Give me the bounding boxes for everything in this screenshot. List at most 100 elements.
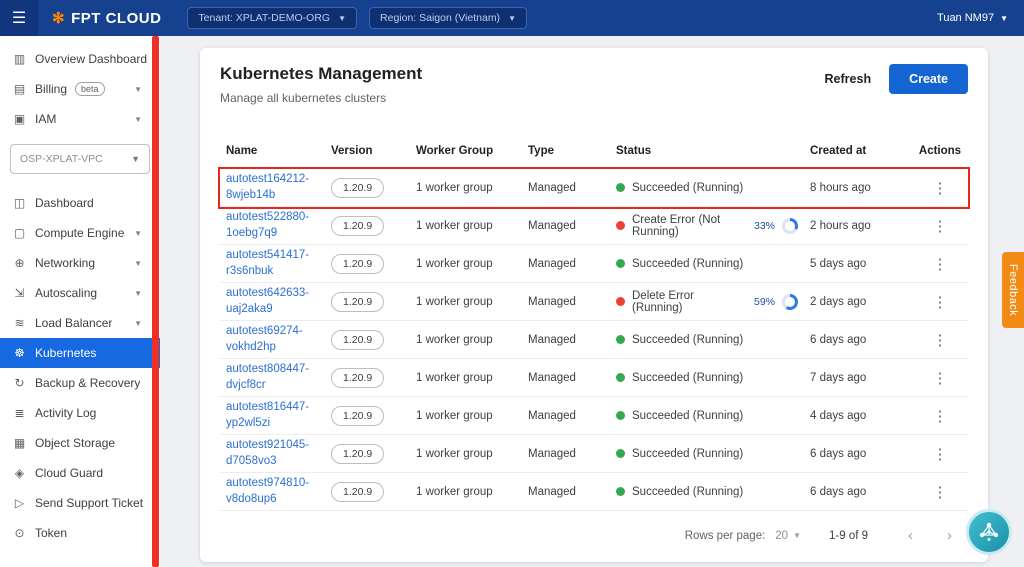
beta-badge: beta bbox=[75, 82, 105, 96]
more-vert-icon[interactable]: ⋮ bbox=[927, 445, 954, 463]
version-chip: 1.20.9 bbox=[331, 444, 384, 464]
worker-group-cell: 1 worker group bbox=[410, 220, 522, 232]
rows-per-page-label: Rows per page: bbox=[685, 530, 766, 542]
status-dot-icon bbox=[616, 335, 625, 344]
cluster-name-link[interactable]: autotest541417-r3s6nbuk bbox=[226, 248, 319, 279]
worker-group-cell: 1 worker group bbox=[410, 182, 522, 194]
sidebar-item-networking[interactable]: ⊕Networking▼ bbox=[0, 248, 160, 278]
refresh-button[interactable]: Refresh bbox=[823, 66, 874, 92]
version-chip: 1.20.9 bbox=[331, 482, 384, 502]
sidebar-item-kubernetes[interactable]: ☸Kubernetes bbox=[0, 338, 160, 368]
version-chip: 1.20.9 bbox=[331, 254, 384, 274]
table-row: autotest522880-1oebg7q9 1.20.91 worker gr… bbox=[220, 207, 968, 245]
status-cell: Succeeded (Running) bbox=[610, 372, 804, 384]
table-row: autotest808447-dvjcf8cr1.20.91 worker gr… bbox=[220, 359, 968, 397]
previous-page-icon[interactable]: ‹ bbox=[896, 527, 925, 544]
iam-icon: ▣ bbox=[12, 112, 27, 126]
sidebar-item-billing[interactable]: ▤Billingbeta▼ bbox=[0, 74, 160, 104]
sidebar-item-iam[interactable]: ▣IAM▼ bbox=[0, 104, 160, 134]
sidebar-item-cloud-guard[interactable]: ◈Cloud Guard bbox=[0, 458, 160, 488]
sidebar-item-token[interactable]: ⊙Token bbox=[0, 518, 160, 548]
sidebar-item-object-storage[interactable]: ▦Object Storage bbox=[0, 428, 160, 458]
chevron-down-icon: ▼ bbox=[134, 85, 148, 94]
next-page-icon[interactable]: › bbox=[935, 527, 964, 544]
version-chip: 1.20.9 bbox=[331, 368, 384, 388]
status-dot-icon bbox=[616, 259, 625, 268]
cluster-name-link[interactable]: autotest164212-8wjeb14b bbox=[226, 172, 319, 203]
cluster-name-link[interactable]: autotest69274-vokhd2hp bbox=[226, 324, 319, 355]
status-cell: Succeeded (Running) bbox=[610, 486, 804, 498]
activity-log-icon: ≣ bbox=[12, 406, 27, 420]
worker-group-cell: 1 worker group bbox=[410, 486, 522, 498]
status-dot-icon bbox=[616, 411, 625, 420]
table-row: autotest541417-r3s6nbuk1.20.91 worker gr… bbox=[220, 245, 968, 283]
cluster-name-link[interactable]: autotest642633-uaj2aka9 bbox=[226, 286, 319, 317]
chevron-down-icon: ▼ bbox=[134, 229, 148, 238]
actions-cell: ⋮ bbox=[912, 483, 968, 501]
cluster-name-link[interactable]: autotest808447-dvjcf8cr bbox=[226, 362, 319, 393]
vpc-select[interactable]: OSP-XPLAT-VPC ▼ bbox=[10, 144, 150, 174]
actions-cell: ⋮ bbox=[912, 179, 968, 197]
more-vert-icon[interactable]: ⋮ bbox=[927, 369, 954, 387]
actions-cell: ⋮ bbox=[912, 331, 968, 349]
feedback-tab[interactable]: Feedback bbox=[1002, 252, 1024, 328]
sidebar-item-backup-recovery[interactable]: ↻Backup & Recovery bbox=[0, 368, 160, 398]
sidebar-item-activity-log[interactable]: ≣Activity Log bbox=[0, 398, 160, 428]
chevron-down-icon: ▼ bbox=[134, 289, 148, 298]
status-text: Succeeded (Running) bbox=[632, 486, 743, 498]
brand-name: FPT CLOUD bbox=[71, 10, 161, 27]
table-header-row: NameVersionWorker GroupTypeStatusCreated… bbox=[220, 133, 968, 169]
type-cell: Managed bbox=[522, 448, 610, 460]
kubernetes-card: Kubernetes Management Manage all kuberne… bbox=[200, 48, 988, 562]
rows-per-page-select[interactable]: 20 ▼ bbox=[775, 530, 801, 542]
version-cell: 1.20.9 bbox=[325, 216, 410, 236]
more-vert-icon[interactable]: ⋮ bbox=[927, 293, 954, 311]
sidebar-item-dashboard[interactable]: ◫Dashboard bbox=[0, 188, 160, 218]
more-vert-icon[interactable]: ⋮ bbox=[927, 483, 954, 501]
sidebar-item-label: Dashboard bbox=[35, 196, 94, 210]
type-cell: Managed bbox=[522, 334, 610, 346]
sidebar-item-autoscaling[interactable]: ⇲Autoscaling▼ bbox=[0, 278, 160, 308]
status-dot-icon bbox=[616, 183, 625, 192]
cluster-name-link[interactable]: autotest921045-d7058vo3 bbox=[226, 438, 319, 469]
create-button[interactable]: Create bbox=[889, 64, 968, 94]
tenant-label: Tenant: XPLAT-DEMO-ORG bbox=[198, 12, 330, 24]
worker-group-cell: 1 worker group bbox=[410, 296, 522, 308]
status-text: Delete Error (Running) bbox=[632, 290, 739, 314]
name-cell: autotest974810-v8do8up6 bbox=[220, 476, 325, 507]
ai-assistant-button[interactable] bbox=[966, 509, 1012, 555]
sidebar-item-load-balancer[interactable]: ≋Load Balancer▼ bbox=[0, 308, 160, 338]
sidebar-item-overview-dashboard[interactable]: ▥Overview Dashboard bbox=[0, 44, 160, 74]
cluster-name-link[interactable]: autotest816447-yp2wl5zi bbox=[226, 400, 319, 431]
fpt-logo-icon: ✻ bbox=[52, 9, 65, 27]
region-dropdown[interactable]: Region: Saigon (Vietnam) ▼ bbox=[369, 7, 527, 29]
sidebar-scrollbar[interactable] bbox=[152, 36, 159, 567]
sidebar-item-compute-engine[interactable]: ▢Compute Engine▼ bbox=[0, 218, 160, 248]
cluster-name-link[interactable]: autotest522880-1oebg7q9 bbox=[226, 210, 319, 241]
version-chip: 1.20.9 bbox=[331, 178, 384, 198]
more-vert-icon[interactable]: ⋮ bbox=[927, 255, 954, 273]
type-cell: Managed bbox=[522, 296, 610, 308]
cluster-name-link[interactable]: autotest974810-v8do8up6 bbox=[226, 476, 319, 507]
table-row: autotest921045-d7058vo3 1.20.9 1 worker gr… bbox=[220, 435, 968, 473]
progress-donut-icon bbox=[782, 294, 798, 310]
more-vert-icon[interactable]: ⋮ bbox=[927, 407, 954, 425]
user-menu[interactable]: Tuan NM97 ▼ bbox=[937, 12, 1008, 24]
sidebar-item-label: Compute Engine bbox=[35, 226, 124, 240]
worker-group-cell: 1 worker group bbox=[410, 448, 522, 460]
hamburger-menu-icon[interactable]: ☰ bbox=[0, 0, 38, 36]
page-layout: ▥Overview Dashboard▤Billingbeta▼▣IAM▼ OS… bbox=[0, 36, 1024, 567]
sidebar-item-label: Networking bbox=[35, 256, 95, 270]
more-vert-icon[interactable]: ⋮ bbox=[927, 331, 954, 349]
status-dot-icon bbox=[616, 373, 625, 382]
tenant-dropdown[interactable]: Tenant: XPLAT-DEMO-ORG ▼ bbox=[187, 7, 357, 29]
clusters-table: NameVersionWorker GroupTypeStatusCreated… bbox=[220, 133, 968, 511]
column-header-created-at: Created at bbox=[804, 145, 912, 157]
sidebar-item-label: Cloud Guard bbox=[35, 466, 103, 480]
chevron-down-icon: ▼ bbox=[134, 259, 148, 268]
status-cell: Succeeded (Running) bbox=[610, 182, 804, 194]
more-vert-icon[interactable]: ⋮ bbox=[927, 179, 954, 197]
more-vert-icon[interactable]: ⋮ bbox=[927, 217, 954, 235]
worker-group-cell: 1 worker group bbox=[410, 334, 522, 346]
sidebar-item-send-support-ticket[interactable]: ▷Send Support Ticket bbox=[0, 488, 160, 518]
